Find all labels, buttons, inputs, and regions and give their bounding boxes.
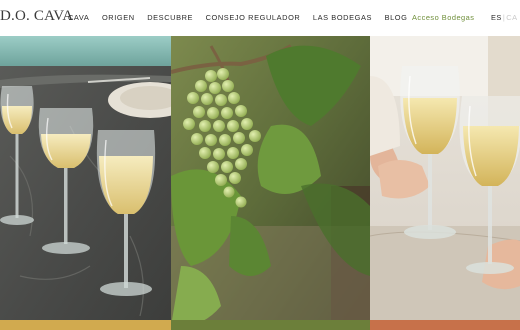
hero-panels [0,36,520,330]
vineyard-grapes-image [171,36,370,330]
panel-vineyard-grapes[interactable] [171,36,370,330]
cava-glasses-image [0,36,171,330]
access-bodegas-link[interactable]: Acceso Bodegas [412,13,474,22]
panel-toast[interactable] [370,36,520,330]
main-nav: CAVA ORIGEN DESCUBRE CONSEJO REGULADOR L… [68,13,408,22]
nav-item-descubre[interactable]: DESCUBRE [147,13,193,22]
panel-cava-glasses[interactable] [0,36,171,330]
nav-item-las-bodegas[interactable]: LAS BODEGAS [313,13,372,22]
nav-item-origen[interactable]: ORIGEN [102,13,135,22]
site-logo[interactable]: D.O. CAVA [0,8,73,25]
panel-color-strip [171,320,370,330]
panel-color-strip [0,320,171,330]
language-switcher: ES|CA [491,13,518,22]
site-header: D.O. CAVA CAVA ORIGEN DESCUBRE CONSEJO R… [0,0,520,36]
nav-item-consejo-regulador[interactable]: CONSEJO REGULADOR [206,13,301,22]
lang-separator: | [502,13,506,22]
toast-image [370,36,520,330]
lang-es-link[interactable]: ES [491,13,502,22]
nav-item-cava[interactable]: CAVA [68,13,89,22]
nav-item-blog[interactable]: BLOG [385,13,408,22]
lang-ca-link[interactable]: CA [506,13,517,22]
panel-color-strip [370,320,520,330]
